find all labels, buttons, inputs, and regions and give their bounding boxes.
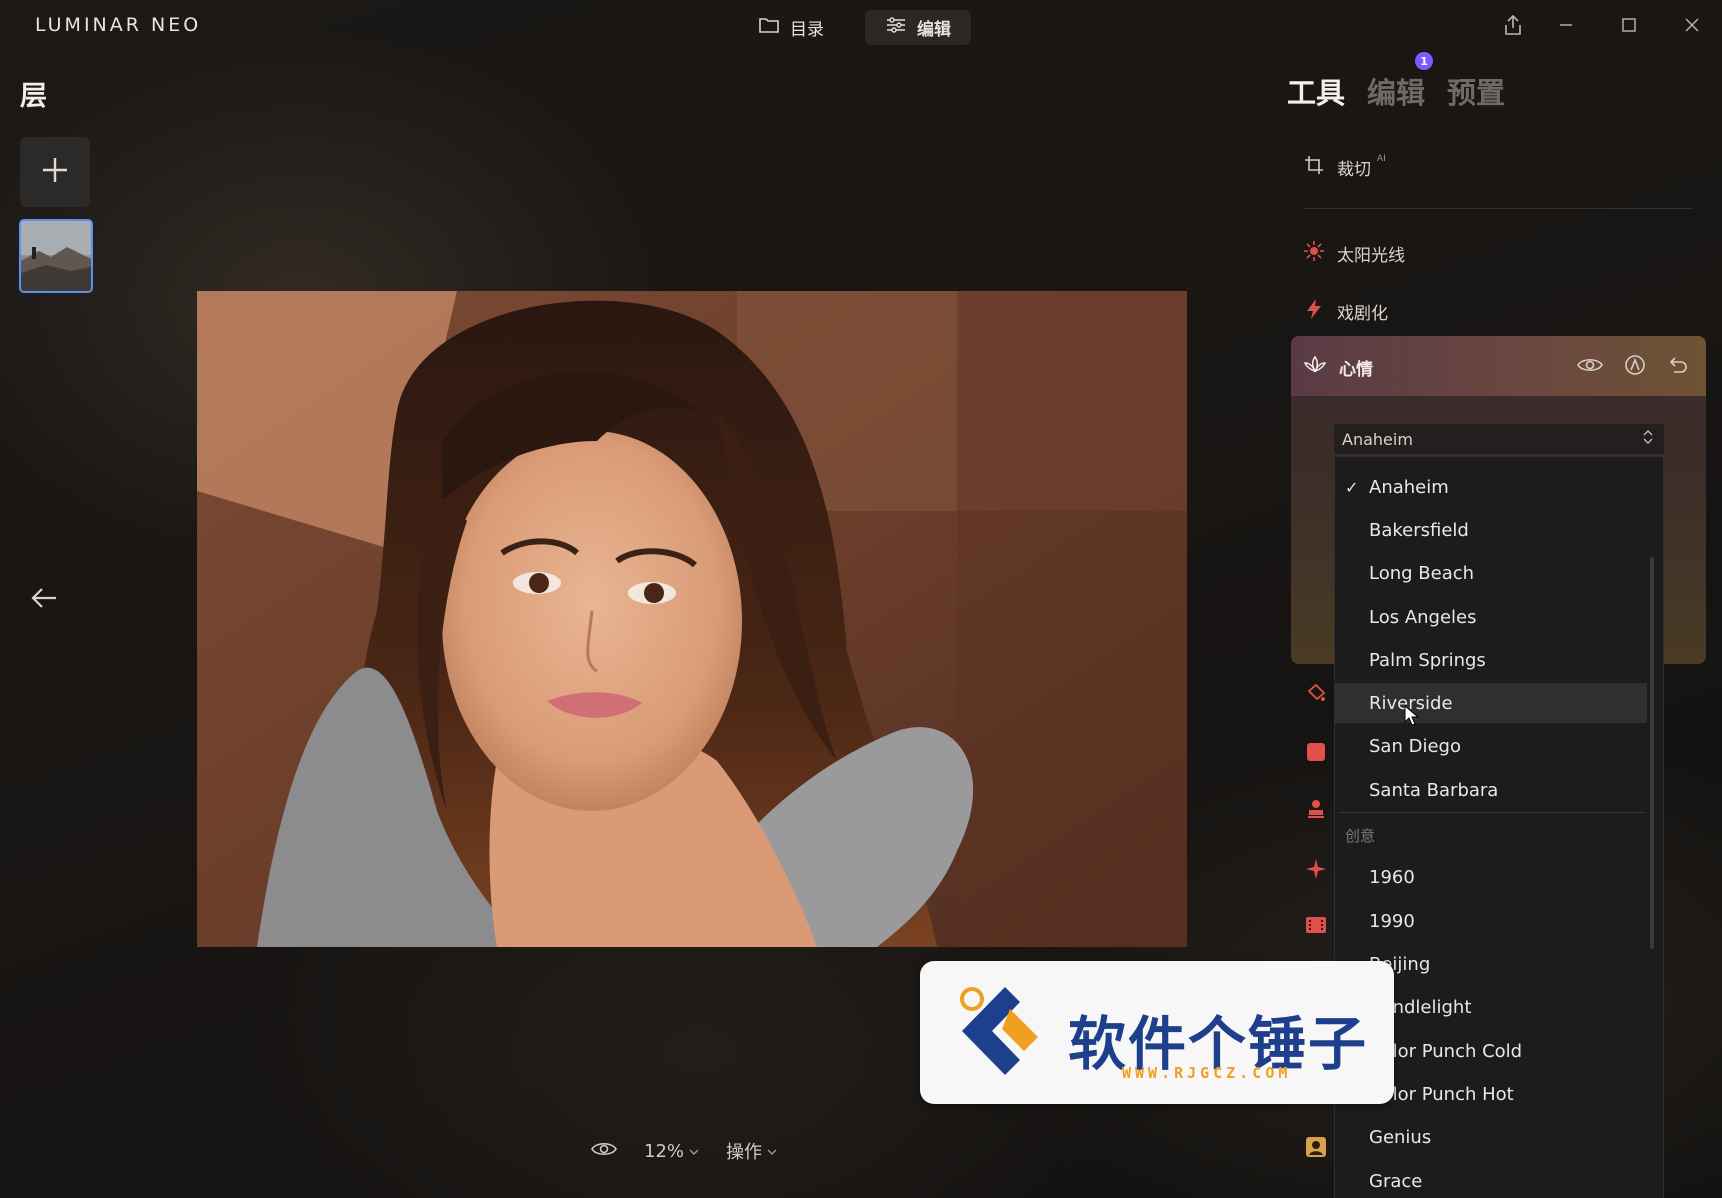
edit-mode-button[interactable]: 编辑 [865,10,971,45]
plus-icon [40,155,70,189]
stamp-icon[interactable] [1305,798,1327,820]
dropdown-item-label: Bakersfield [1369,519,1469,541]
color-square-icon[interactable] [1305,741,1327,763]
mood-actions [1576,354,1688,380]
dropdown-item-santa-barbara[interactable]: Santa Barbara [1335,770,1647,810]
dropdown-item-label: Anaheim [1369,476,1449,498]
maximize-icon[interactable] [1614,10,1644,40]
dropdown-item-riverside[interactable]: Riverside [1335,683,1647,726]
watermark-logo-icon [950,979,1060,1091]
chevron-down-icon [766,1141,778,1162]
chevron-down-icon [688,1141,700,1162]
dropdown-item-san-diego[interactable]: San Diego [1335,726,1647,766]
eye-icon[interactable] [1576,354,1604,380]
dropdown-item-anaheim[interactable]: ✓ Anaheim [1335,467,1647,507]
paint-bucket-icon[interactable] [1305,682,1327,704]
title-bar: LUMINAR NEO 目录 编辑 [0,0,1722,54]
sun-icon [1303,240,1325,267]
tab-presets[interactable]: 预置 [1447,70,1505,112]
mask-icon[interactable] [1624,354,1646,380]
bottom-bar: 12% 操作 [590,1136,778,1166]
mood-title: 心情 [1303,354,1373,381]
catalog-button[interactable]: 目录 [738,10,844,45]
tools-divider [1303,208,1693,209]
catalog-label: 目录 [790,20,824,40]
layer-thumbnail[interactable] [19,219,93,293]
crop-icon [1303,154,1325,181]
dropdown-item-grace[interactable]: Grace [1335,1161,1647,1198]
right-panel-tabs: 工具 编辑 1 预置 [1287,52,1505,112]
preview-eye-icon[interactable] [590,1140,618,1163]
reset-icon[interactable] [1666,354,1688,380]
tab-edits[interactable]: 编辑 1 [1367,52,1434,112]
mood-lut-value: Anaheim [1342,429,1413,449]
sliders-icon [885,16,907,39]
watermark-url: WWW.RJGCZ.COM [1122,1064,1292,1082]
dropdown-item-label: Santa Barbara [1369,779,1499,801]
dropdown-item-bakersfield[interactable]: Bakersfield [1335,510,1647,550]
tool-dramatic[interactable]: 戏剧化 [1303,298,1388,325]
minimize-icon[interactable] [1551,10,1581,40]
watermark-overlay: 软件个锤子 WWW.RJGCZ.COM [920,961,1394,1104]
dropdown-item-los-angeles[interactable]: Los Angeles [1335,597,1647,637]
lotus-icon [1303,354,1327,381]
zoom-value: 12% [644,1140,685,1162]
dropdown-item-label: Long Beach [1369,562,1475,584]
ai-tag: AI [1377,154,1386,164]
chevron-updown-icon [1642,429,1654,449]
dropdown-item-1960[interactable]: 1960 [1335,857,1647,897]
tab-tools[interactable]: 工具 [1287,70,1345,112]
previous-image-arrow[interactable] [26,580,62,616]
dropdown-item-label: Palm Springs [1369,649,1486,671]
share-icon[interactable] [1498,10,1528,40]
dropdown-item-palm-springs[interactable]: Palm Springs [1335,640,1647,680]
add-layer-button[interactable] [20,137,90,207]
zoom-dropdown[interactable]: 12% [644,1141,700,1162]
edit-mode-label: 编辑 [917,20,951,40]
edits-count-badge: 1 [1415,52,1434,70]
checkmark-icon: ✓ [1345,477,1359,497]
tool-dramatic-label: 戏剧化 [1337,304,1388,324]
dropdown-item-label: Genius [1369,1126,1432,1148]
app-logo: LUMINAR NEO [35,14,202,36]
lightning-icon [1303,298,1325,325]
dropdown-item-label: San Diego [1369,735,1461,757]
tool-crop[interactable]: 裁切 AI [1303,154,1386,181]
dropdown-item-genius[interactable]: Genius [1335,1117,1647,1157]
folder-icon [758,16,780,39]
mood-tool-header[interactable]: 心情 [1291,336,1706,396]
actions-dropdown[interactable]: 操作 [726,1138,778,1164]
dropdown-item-1990[interactable]: 1990 [1335,901,1647,941]
tool-mood-label: 心情 [1339,360,1373,380]
tool-sunrays-label: 太阳光线 [1337,246,1405,266]
tool-crop-label: 裁切 [1337,160,1371,180]
dropdown-group-label: 创意 [1345,827,1376,845]
tool-sunrays[interactable]: 太阳光线 [1303,240,1405,267]
close-icon[interactable] [1677,10,1707,40]
dropdown-item-long-beach[interactable]: Long Beach [1335,553,1647,593]
tab-edits-label: 编辑 [1367,76,1426,110]
dropdown-item-label: Los Angeles [1369,606,1477,628]
dropdown-separator [1339,812,1645,813]
main-photo[interactable] [197,291,1187,947]
mood-lut-select[interactable]: Anaheim [1334,424,1664,454]
dropdown-scrollbar[interactable] [1650,557,1654,949]
sparkle-icon[interactable] [1305,858,1327,880]
dropdown-item-label: 1990 [1369,910,1415,932]
layers-title: 层 [20,81,47,112]
portrait-icon[interactable] [1305,1136,1327,1158]
actions-label: 操作 [726,1142,763,1163]
dropdown-item-label: Grace [1369,1170,1423,1192]
dropdown-item-label: 1960 [1369,866,1415,888]
film-icon[interactable] [1305,914,1327,936]
